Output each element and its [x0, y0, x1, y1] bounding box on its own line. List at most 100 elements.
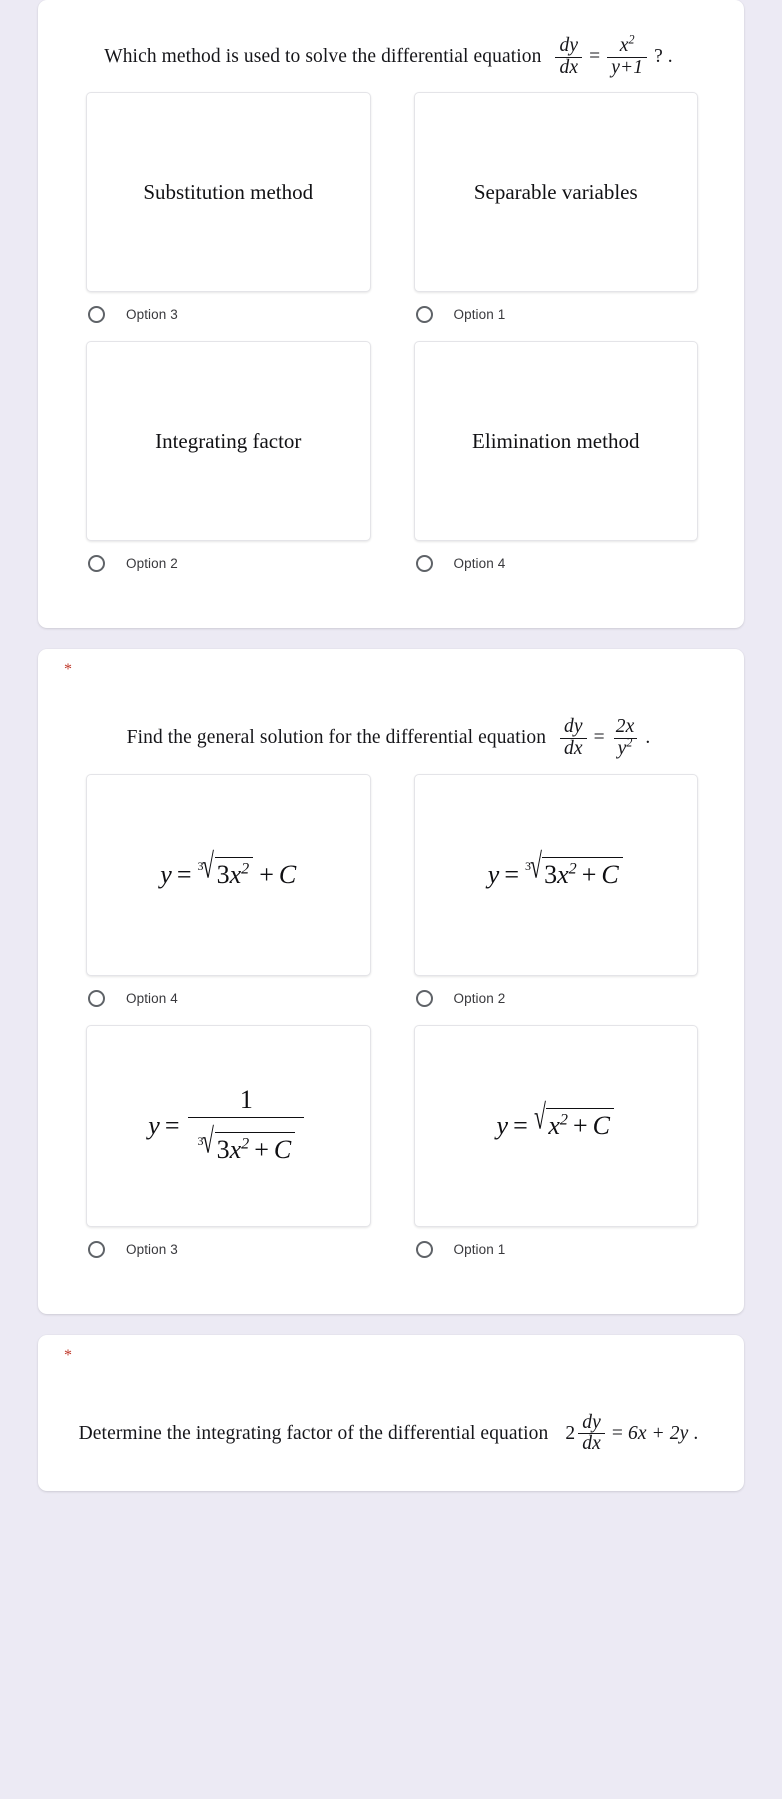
formula-equals: = [513, 1110, 528, 1140]
option-radio-row[interactable]: Option 2 [86, 541, 371, 573]
question-1-relation: = [589, 46, 601, 68]
option-image-card[interactable]: Separable variables [413, 92, 698, 293]
option-image-card[interactable]: Elimination method [413, 341, 698, 542]
option-radio-label: Option 4 [453, 556, 506, 572]
question-1-prompt: Which method is used to solve the differ… [60, 26, 722, 92]
option-cell: y = √ x2 + C Option 1 [413, 1024, 699, 1276]
radicand-variable: x [548, 1110, 560, 1140]
formula-equals: = [504, 859, 519, 889]
radicand: 3x2 + C [214, 1131, 296, 1165]
fraction-denominator: 3 √ 3x2 + C [188, 1117, 305, 1166]
radicand: 3x2 + C [542, 856, 623, 890]
formula-variable-y: y [148, 1110, 160, 1140]
card-bottom-spacer [60, 590, 722, 606]
radio-button-icon[interactable] [415, 1240, 433, 1258]
question-2-body: Find the general solution for the differ… [38, 681, 744, 1313]
card-bottom-spacer [60, 1276, 722, 1292]
question-1-lhs-fraction: dy dx [555, 35, 583, 79]
radical-sign-icon: √ [529, 845, 542, 886]
formula-constant-C: C [278, 859, 297, 889]
radicand-coefficient: 3 [216, 1134, 230, 1164]
option-image-card[interactable]: y = 3 √ 3x2 + C [86, 773, 371, 976]
question-2-text: Find the general solution for the differ… [126, 727, 547, 749]
option-radio-row[interactable]: Option 1 [414, 292, 699, 324]
cube-root-radical: 3 √ 3x2 [197, 848, 254, 891]
formula-fraction: 1 3 √ 3x2 + C [188, 1085, 305, 1166]
question-1-trailing: ? . [654, 46, 673, 68]
option-radio-label: Option 2 [126, 556, 178, 572]
radical-sign-icon: √ [533, 1096, 546, 1137]
question-2-lhs-fraction: dy dx [560, 717, 587, 759]
radio-button-icon[interactable] [88, 989, 105, 1007]
option-radio-label: Option 1 [453, 307, 506, 323]
radio-button-icon[interactable] [88, 306, 105, 324]
question-2-options: y = 3 √ 3x2 + C Option 4 y = 3 √ 3x2 + C… [60, 773, 722, 1276]
question-3-text: Determine the integrating factor of the … [78, 1422, 549, 1444]
question-1-rhs-fraction: x2 y+1 [607, 33, 648, 78]
radio-button-icon[interactable] [88, 555, 105, 573]
formula-equals: = [176, 859, 192, 889]
option-radio-row[interactable]: Option 3 [86, 292, 371, 324]
question-2-lhs-numerator: dy [564, 716, 583, 738]
option-radio-label: Option 3 [126, 1241, 178, 1257]
question-3-body: Determine the integrating factor of the … [38, 1367, 744, 1491]
radicand-constant-C: C [592, 1110, 610, 1140]
option-image-card[interactable]: Integrating factor [86, 341, 371, 542]
option-radio-row[interactable]: Option 3 [86, 1227, 371, 1258]
radicand-coefficient: 3 [544, 859, 558, 889]
option-formula: y = 3 √ 3x2 + C [160, 848, 297, 891]
required-asterisk: * [64, 1346, 72, 1364]
question-2-rhs-denominator: y2 [613, 735, 637, 760]
radio-button-icon[interactable] [415, 989, 433, 1007]
question-3-rhs: 6x + 2y [627, 1422, 689, 1444]
radical-sign-icon: √ [202, 1120, 214, 1161]
radicand-variable: x [229, 1134, 242, 1164]
radical-index: 3 [197, 858, 204, 873]
radicand: 3x2 [214, 856, 254, 890]
question-1-text: Which method is used to solve the differ… [104, 46, 542, 68]
question-1-options: Substitution method Option 3 Separable v… [60, 92, 722, 590]
option-cell: y = 3 √ 3x2 + C Option 4 [86, 773, 371, 1025]
question-3-relation: = [611, 1422, 623, 1444]
option-image-card[interactable]: y = 1 3 √ 3x2 + C [86, 1024, 371, 1227]
question-3-prompt: Determine the integrating factor of the … [60, 1367, 722, 1469]
radicand: x2 + C [546, 1107, 614, 1141]
option-image-text: Separable variables [473, 179, 638, 204]
question-3-coefficient: 2 [565, 1422, 576, 1444]
option-radio-row[interactable]: Option 1 [414, 1227, 699, 1258]
option-cell: Separable variables Option 1 [413, 92, 699, 341]
question-3-lhs-denominator: dx [578, 1433, 605, 1455]
option-cell: Integrating factor Option 2 [86, 341, 371, 590]
option-radio-label: Option 4 [126, 990, 178, 1006]
radio-button-icon[interactable] [415, 306, 433, 324]
formula-variable-y: y [487, 859, 500, 889]
question-1-lhs-denominator: dx [555, 56, 583, 79]
radicand-plus: + [572, 1110, 588, 1140]
option-radio-row[interactable]: Option 4 [414, 541, 699, 573]
option-formula: y = √ x2 + C [496, 1099, 615, 1142]
option-image-card[interactable]: Substitution method [86, 92, 371, 293]
question-2-rhs-fraction: 2x y2 [612, 717, 639, 759]
radicand-constant-C: C [601, 859, 619, 889]
option-radio-row[interactable]: Option 4 [86, 976, 371, 1007]
square-root-radical: √ x2 + C [534, 1099, 614, 1142]
option-image-card[interactable]: y = 3 √ 3x2 + C [413, 773, 698, 976]
option-radio-row[interactable]: Option 2 [414, 976, 699, 1007]
option-formula: y = 3 √ 3x2 + C [487, 848, 624, 891]
question-2-relation: = [593, 727, 605, 749]
question-1-lhs-numerator: dy [559, 35, 579, 56]
radio-button-icon[interactable] [88, 1240, 105, 1258]
radicand-exponent: 2 [559, 1110, 568, 1128]
radicand-exponent: 2 [241, 859, 250, 877]
option-image-card[interactable]: y = √ x2 + C [413, 1024, 698, 1227]
question-2-lhs-denominator: dx [560, 737, 587, 760]
formula-plus: + [259, 859, 274, 889]
radio-button-icon[interactable] [415, 555, 433, 573]
radicand-variable: x [557, 859, 569, 889]
question-1-rhs-numerator: x2 [616, 33, 639, 57]
question-2-rhs-den-exponent: 2 [626, 735, 633, 750]
option-image-text: Elimination method [472, 428, 640, 453]
cube-root-radical: 3 √ 3x2 + C [525, 848, 623, 891]
formula-variable-y: y [496, 1110, 509, 1140]
option-radio-label: Option 3 [126, 307, 178, 323]
